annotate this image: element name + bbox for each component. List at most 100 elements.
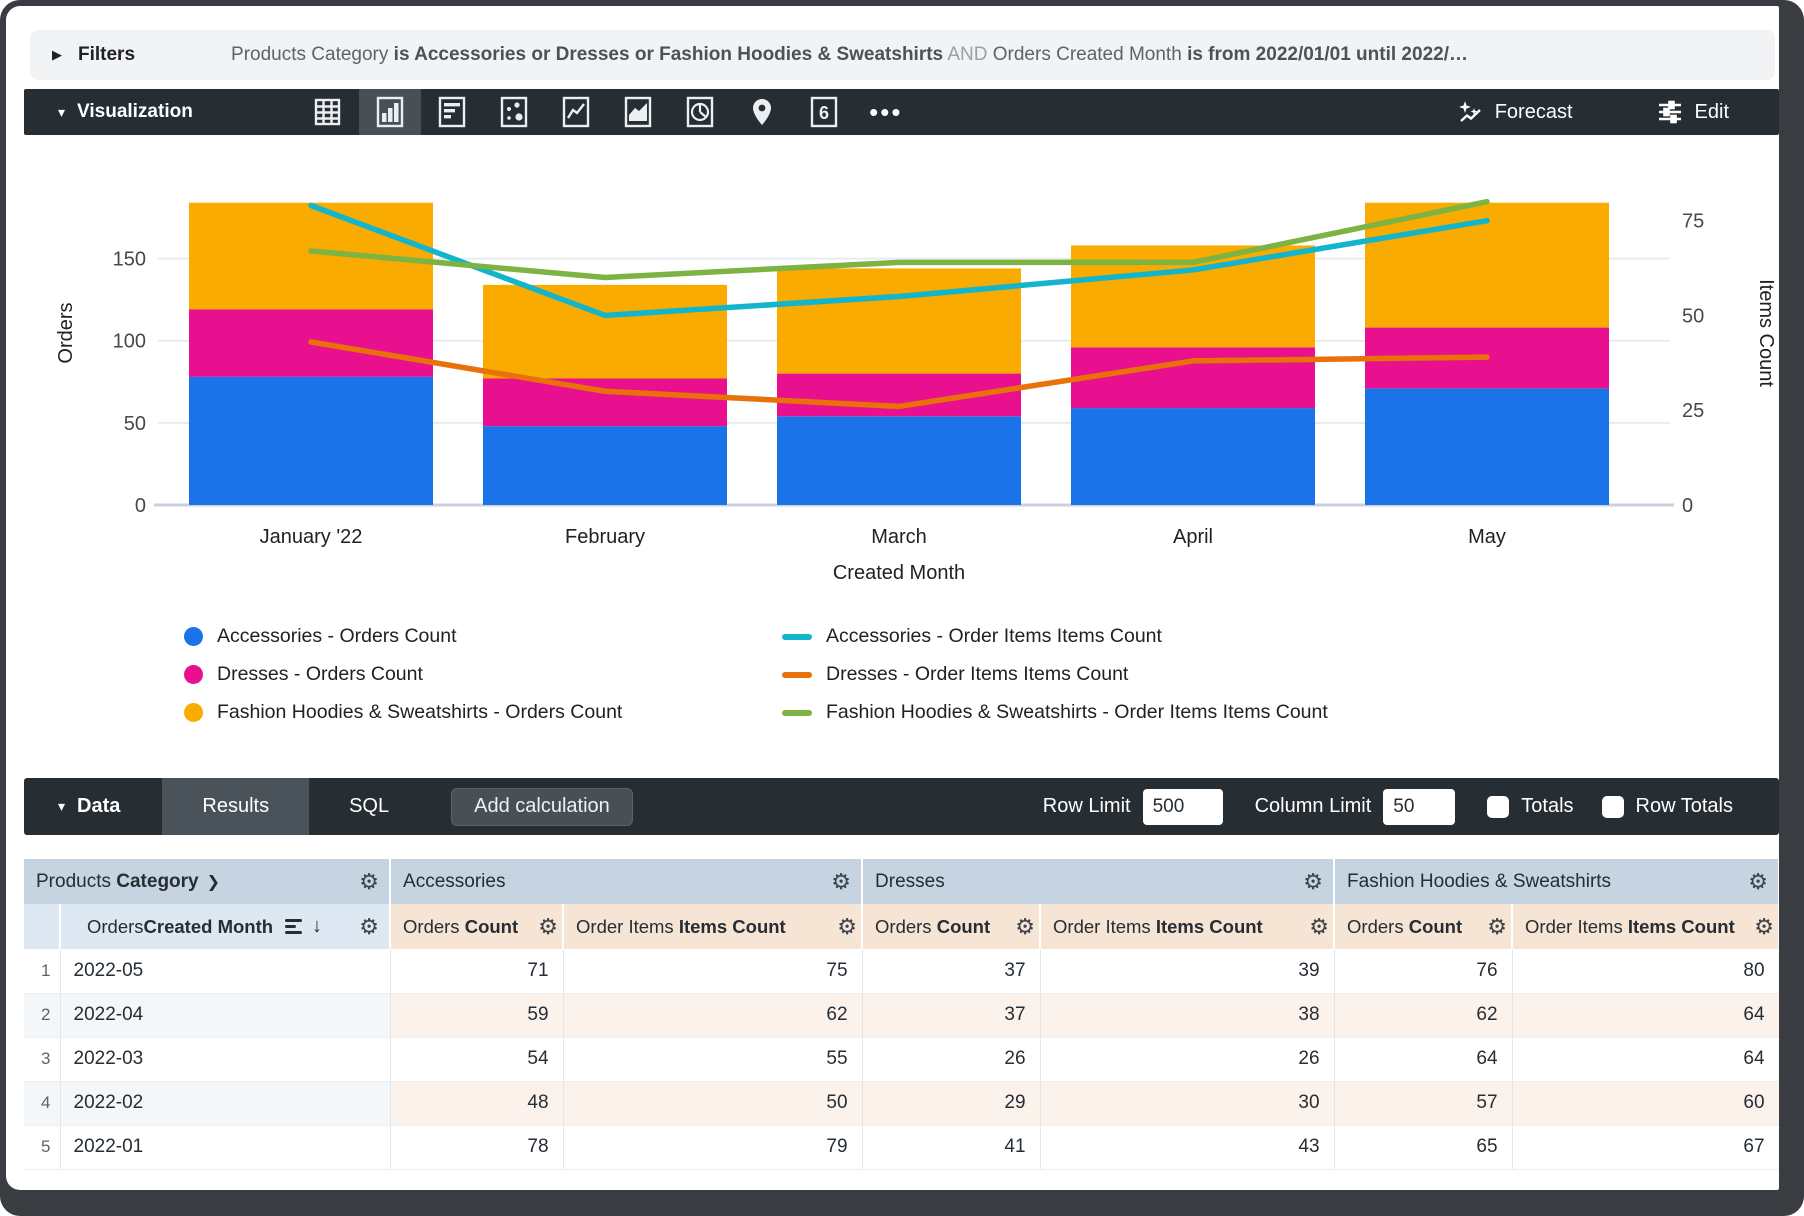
gear-icon[interactable]: ⚙ <box>538 916 558 938</box>
measure-cell[interactable]: 39 <box>1040 949 1334 993</box>
gear-icon[interactable]: ⚙ <box>837 916 857 938</box>
legend-item[interactable]: Fashion Hoodies & Sweatshirts - Orders C… <box>184 701 782 724</box>
gear-icon[interactable]: ⚙ <box>1754 916 1774 938</box>
single-value-icon[interactable]: 6 <box>793 89 855 135</box>
measure-cell[interactable]: 37 <box>862 949 1040 993</box>
gear-icon[interactable]: ⚙ <box>1309 916 1329 938</box>
measure-column-header[interactable]: Order Items Items Count⚙ <box>563 904 862 949</box>
column-group-header[interactable]: Dresses⚙ <box>862 859 1334 904</box>
measure-cell[interactable]: 67 <box>1512 1125 1779 1169</box>
measure-cell[interactable]: 64 <box>1334 1037 1512 1081</box>
measure-cell[interactable]: 65 <box>1334 1125 1512 1169</box>
measure-column-header[interactable]: Order Items Items Count⚙ <box>1040 904 1334 949</box>
column-group-header[interactable]: Fashion Hoodies & Sweatshirts⚙ <box>1334 859 1779 904</box>
row-limit-input[interactable] <box>1143 789 1223 825</box>
measure-cell[interactable]: 50 <box>563 1081 862 1125</box>
measure-cell[interactable]: 71 <box>390 949 563 993</box>
legend-item[interactable]: Fashion Hoodies & Sweatshirts - Order It… <box>782 701 1328 724</box>
measure-cell[interactable]: 64 <box>1512 993 1779 1037</box>
column-chart-icon[interactable] <box>359 89 421 135</box>
measure-cell[interactable]: 38 <box>1040 993 1334 1037</box>
column-header-orders-created-month[interactable]: Orders Created Month↓⚙ <box>60 904 390 949</box>
measure-cell[interactable]: 41 <box>862 1125 1040 1169</box>
bar-segment[interactable] <box>189 377 433 505</box>
dimension-cell[interactable]: 2022-02 <box>60 1081 390 1125</box>
column-header-products-category[interactable]: Products Category❯⚙ <box>24 859 390 904</box>
gear-icon[interactable]: ⚙ <box>831 871 851 893</box>
stacked-column-line-chart[interactable]: 0501001500255075OrdersItems CountJanuary… <box>24 135 1779 595</box>
gear-icon[interactable]: ⚙ <box>1748 871 1768 893</box>
column-group-header[interactable]: Accessories⚙ <box>390 859 862 904</box>
measure-cell[interactable]: 78 <box>390 1125 563 1169</box>
measure-cell[interactable]: 26 <box>862 1037 1040 1081</box>
bar-segment[interactable] <box>777 416 1021 505</box>
measure-column-header[interactable]: Orders Count⚙ <box>390 904 563 949</box>
sort-descending-icon[interactable]: ↓ <box>312 915 322 938</box>
measure-cell[interactable]: 59 <box>390 993 563 1037</box>
gear-icon[interactable]: ⚙ <box>1303 871 1323 893</box>
measure-cell[interactable]: 75 <box>563 949 862 993</box>
tab-sql[interactable]: SQL <box>309 778 429 835</box>
legend-item[interactable]: Accessories - Order Items Items Count <box>782 625 1328 648</box>
table-chart-icon[interactable] <box>297 89 359 135</box>
more-chart-types-icon[interactable]: ••• <box>855 89 917 135</box>
measure-cell[interactable]: 76 <box>1334 949 1512 993</box>
line-chart-icon[interactable] <box>545 89 607 135</box>
forecast-button[interactable]: Forecast <box>1457 99 1573 125</box>
measure-cell[interactable]: 48 <box>390 1081 563 1125</box>
legend-item[interactable]: Accessories - Orders Count <box>184 625 782 648</box>
map-pin-icon[interactable] <box>731 89 793 135</box>
column-limit-input[interactable] <box>1383 789 1455 825</box>
measure-cell[interactable]: 79 <box>563 1125 862 1169</box>
measure-cell[interactable]: 62 <box>563 993 862 1037</box>
bar-segment[interactable] <box>1071 347 1315 408</box>
legend-label: Fashion Hoodies & Sweatshirts - Orders C… <box>217 701 622 724</box>
dimension-cell[interactable]: 2022-04 <box>60 993 390 1037</box>
bar-chart-icon[interactable] <box>421 89 483 135</box>
measure-cell[interactable]: 37 <box>862 993 1040 1037</box>
legend-item[interactable]: Dresses - Order Items Items Count <box>782 663 1328 686</box>
bar-segment[interactable] <box>1365 388 1609 505</box>
chevron-right-icon[interactable]: ❯ <box>207 874 220 891</box>
measure-cell[interactable]: 64 <box>1512 1037 1779 1081</box>
measure-cell[interactable]: 80 <box>1512 949 1779 993</box>
filters-bar[interactable]: ▶ Filters Products Category is Accessori… <box>30 30 1775 80</box>
visualization-collapse-icon[interactable]: ▾ <box>58 104 65 121</box>
tab-results[interactable]: Results <box>162 778 309 835</box>
measure-column-header[interactable]: Orders Count⚙ <box>1334 904 1512 949</box>
dimension-cell[interactable]: 2022-05 <box>60 949 390 993</box>
add-calculation-button[interactable]: Add calculation <box>451 788 633 826</box>
scatter-plot-icon[interactable] <box>483 89 545 135</box>
bar-segment[interactable] <box>1071 408 1315 505</box>
row-totals-checkbox[interactable] <box>1602 796 1624 818</box>
measure-cell[interactable]: 54 <box>390 1037 563 1081</box>
gear-icon[interactable]: ⚙ <box>359 916 379 938</box>
area-chart-icon[interactable] <box>607 89 669 135</box>
measure-cell[interactable]: 30 <box>1040 1081 1334 1125</box>
data-collapse-icon[interactable]: ▾ <box>58 798 65 815</box>
bar-segment[interactable] <box>483 426 727 505</box>
gear-icon[interactable]: ⚙ <box>1015 916 1035 938</box>
measure-column-header[interactable]: Order Items Items Count⚙ <box>1512 904 1779 949</box>
measure-cell[interactable]: 29 <box>862 1081 1040 1125</box>
subtotals-icon[interactable] <box>285 919 302 934</box>
measure-cell[interactable]: 60 <box>1512 1081 1779 1125</box>
pie-chart-icon[interactable] <box>669 89 731 135</box>
measure-cell[interactable]: 26 <box>1040 1037 1334 1081</box>
bar-segment[interactable] <box>483 285 727 379</box>
dimension-cell[interactable]: 2022-03 <box>60 1037 390 1081</box>
measure-cell[interactable]: 62 <box>1334 993 1512 1037</box>
measure-cell[interactable]: 43 <box>1040 1125 1334 1169</box>
measure-cell[interactable]: 55 <box>563 1037 862 1081</box>
bar-segment[interactable] <box>777 268 1021 373</box>
dimension-cell[interactable]: 2022-01 <box>60 1125 390 1169</box>
bar-segment[interactable] <box>483 379 727 427</box>
filters-expand-icon[interactable]: ▶ <box>52 47 62 63</box>
measure-cell[interactable]: 57 <box>1334 1081 1512 1125</box>
gear-icon[interactable]: ⚙ <box>359 871 379 893</box>
gear-icon[interactable]: ⚙ <box>1487 916 1507 938</box>
totals-checkbox[interactable] <box>1487 796 1509 818</box>
edit-button[interactable]: Edit <box>1657 99 1729 125</box>
legend-item[interactable]: Dresses - Orders Count <box>184 663 782 686</box>
measure-column-header[interactable]: Orders Count⚙ <box>862 904 1040 949</box>
